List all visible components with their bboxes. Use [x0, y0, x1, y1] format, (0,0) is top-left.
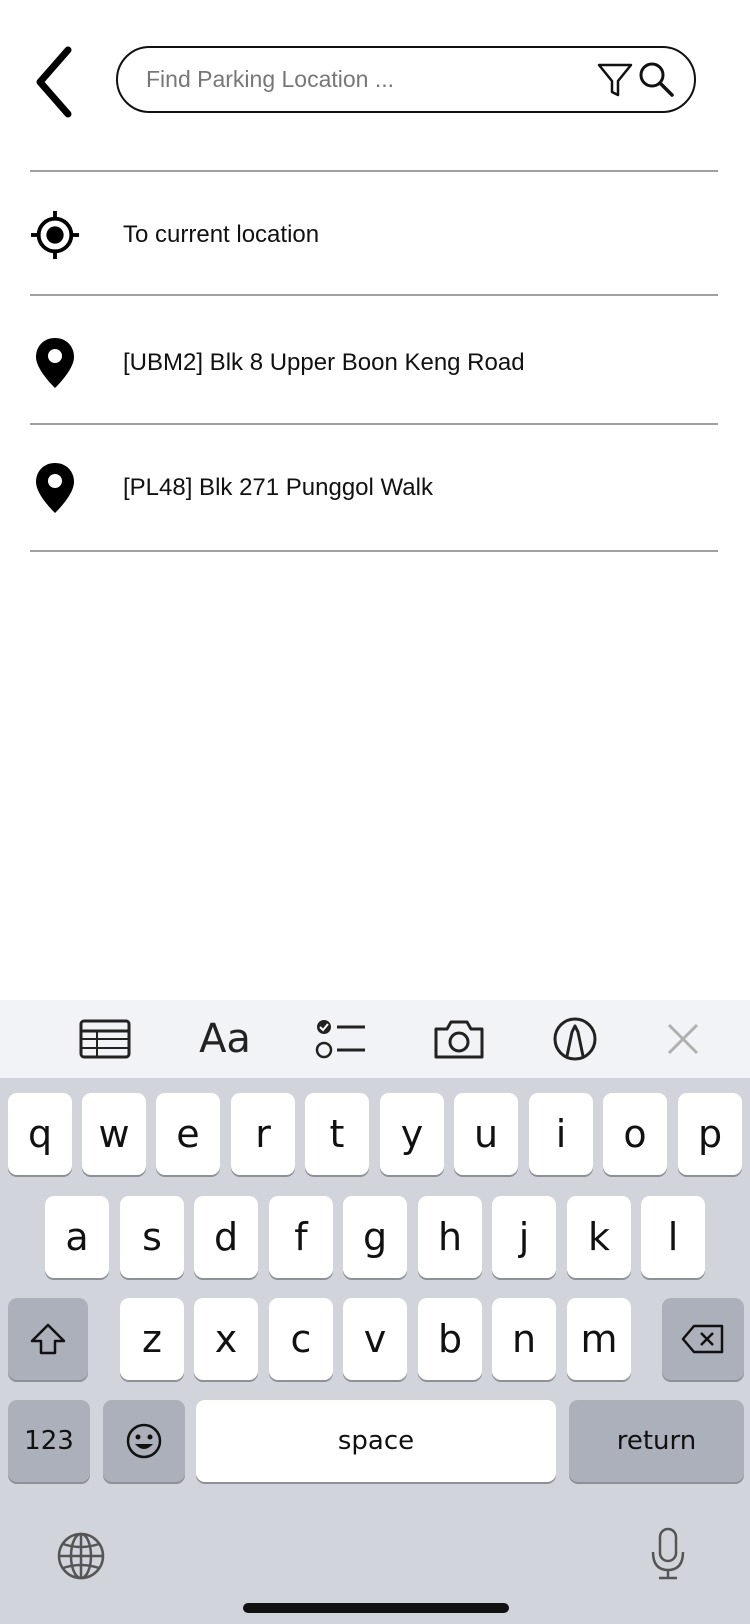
return-key[interactable]: return: [569, 1400, 744, 1482]
delete-key[interactable]: [662, 1298, 744, 1380]
key-c[interactable]: c: [269, 1298, 333, 1380]
key-g[interactable]: g: [343, 1196, 407, 1278]
numbers-key[interactable]: 123: [8, 1400, 90, 1482]
key-q[interactable]: q: [8, 1093, 72, 1175]
map-pin-icon: [30, 460, 80, 516]
keyboard-toolbar: Aa: [0, 1000, 750, 1078]
key-u[interactable]: u: [454, 1093, 518, 1175]
current-location-row[interactable]: To current location: [30, 175, 718, 295]
key-y[interactable]: y: [380, 1093, 444, 1175]
emoji-key[interactable]: [103, 1400, 185, 1482]
key-k[interactable]: k: [567, 1196, 631, 1278]
key-s[interactable]: s: [120, 1196, 184, 1278]
shift-icon: [30, 1323, 66, 1355]
search-icon[interactable]: [636, 59, 676, 99]
microphone-button[interactable]: [648, 1526, 688, 1582]
search-input[interactable]: [146, 66, 566, 93]
key-h[interactable]: h: [418, 1196, 482, 1278]
key-n[interactable]: n: [492, 1298, 556, 1380]
current-location-label: To current location: [123, 221, 320, 248]
key-v[interactable]: v: [343, 1298, 407, 1380]
key-m[interactable]: m: [567, 1298, 631, 1380]
divider: [30, 294, 718, 296]
list-item[interactable]: [PL48] Blk 271 Punggol Walk: [30, 428, 718, 548]
key-x[interactable]: x: [194, 1298, 258, 1380]
divider: [30, 170, 718, 172]
markup-pen-icon[interactable]: [548, 1014, 602, 1064]
crosshair-icon: [30, 207, 80, 263]
camera-icon[interactable]: [432, 1014, 486, 1064]
delete-icon: [681, 1324, 724, 1354]
table-icon[interactable]: [78, 1014, 132, 1064]
list-item-label: [UBM2] Blk 8 Upper Boon Keng Road: [123, 349, 525, 376]
key-l[interactable]: l: [641, 1196, 705, 1278]
home-indicator: [243, 1603, 509, 1613]
emoji-icon: [126, 1423, 162, 1459]
key-b[interactable]: b: [418, 1298, 482, 1380]
list-item[interactable]: [UBM2] Blk 8 Upper Boon Keng Road: [30, 303, 718, 423]
key-f[interactable]: f: [269, 1196, 333, 1278]
chevron-left-icon: [36, 46, 72, 118]
key-w[interactable]: w: [82, 1093, 146, 1175]
divider: [30, 550, 718, 552]
keyboard: q w e r t y u i o p a s d f g h j k l z …: [0, 1078, 750, 1624]
list-item-label: [PL48] Blk 271 Punggol Walk: [123, 474, 433, 501]
shift-key[interactable]: [8, 1298, 88, 1380]
key-z[interactable]: z: [120, 1298, 184, 1380]
key-o[interactable]: o: [603, 1093, 667, 1175]
microphone-icon: [651, 1527, 685, 1580]
search-bar[interactable]: [116, 46, 696, 113]
close-icon[interactable]: [656, 1014, 710, 1064]
divider: [30, 423, 718, 425]
key-p[interactable]: p: [678, 1093, 742, 1175]
key-t[interactable]: t: [305, 1093, 369, 1175]
format-text-icon[interactable]: Aa: [195, 1014, 255, 1064]
key-r[interactable]: r: [231, 1093, 295, 1175]
globe-icon: [57, 1532, 105, 1580]
key-d[interactable]: d: [194, 1196, 258, 1278]
key-i[interactable]: i: [529, 1093, 593, 1175]
globe-button[interactable]: [56, 1531, 106, 1581]
back-button[interactable]: [30, 42, 80, 122]
key-a[interactable]: a: [45, 1196, 109, 1278]
space-key[interactable]: space: [196, 1400, 556, 1482]
key-j[interactable]: j: [492, 1196, 556, 1278]
filter-icon[interactable]: [596, 61, 634, 99]
key-e[interactable]: e: [156, 1093, 220, 1175]
map-pin-icon: [30, 335, 80, 391]
checklist-icon[interactable]: [314, 1014, 368, 1064]
